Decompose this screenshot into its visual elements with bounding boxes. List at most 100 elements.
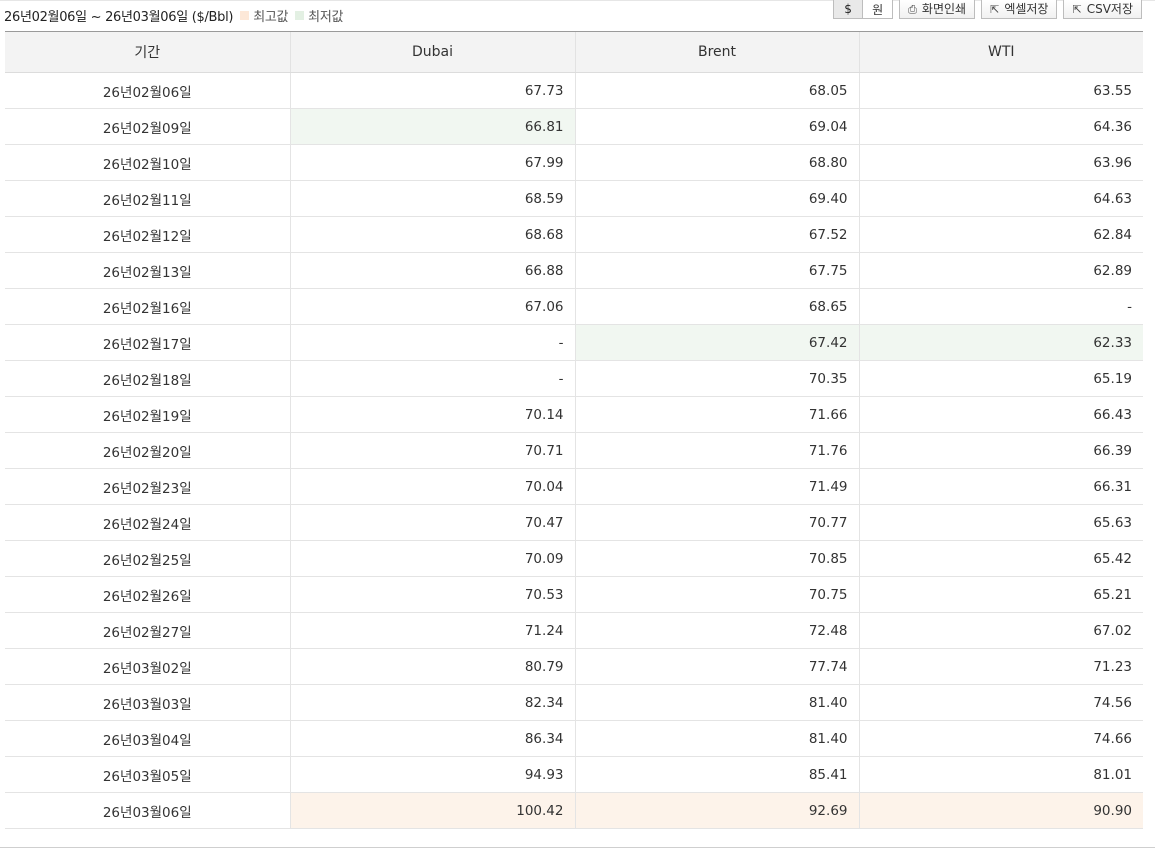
- cell-brent: 67.75: [574, 252, 859, 289]
- cell-dubai: 80.79: [289, 648, 575, 685]
- column-header-brent: Brent: [574, 31, 859, 73]
- print-button[interactable]: ⎙ 화면인쇄: [899, 0, 976, 19]
- price-table-page: 26년02월06일 ~ 26년03월06일 ($/Bbl) 최고값 최저값 $ …: [0, 0, 1155, 850]
- table-row: 26년03월02일 80.79 77.74 71.23: [5, 648, 1143, 685]
- price-table: 기간 Dubai Brent WTI 26년02월06일 67.73 68.05 63…: [5, 31, 1143, 829]
- cell-dubai: 70.71: [289, 432, 575, 469]
- cell-brent: 81.40: [574, 684, 859, 721]
- cell-wti: 65.19: [858, 360, 1143, 397]
- table-row: 26년03월06일 100.42 92.69 90.90: [5, 792, 1143, 829]
- cell-dubai: 82.34: [289, 684, 575, 721]
- cell-wti: 74.66: [858, 720, 1143, 757]
- table-row: 26년02월10일 67.99 68.80 63.96: [5, 144, 1143, 181]
- unit-toggle: $ 원: [833, 0, 894, 19]
- cell-dubai: -: [289, 360, 575, 397]
- cell-wti: 66.43: [858, 396, 1143, 433]
- column-header-wti: WTI: [858, 31, 1143, 73]
- cell-date: 26년02월27일: [5, 612, 290, 649]
- cell-dubai: 67.73: [289, 72, 575, 109]
- cell-date: 26년02월25일: [5, 540, 290, 577]
- csv-save-label: CSV저장: [1086, 2, 1133, 16]
- cell-dubai: 68.59: [289, 180, 575, 217]
- cell-date: 26년03월03일: [5, 684, 290, 721]
- cell-brent: 67.52: [574, 216, 859, 253]
- cell-date: 26년02월19일: [5, 396, 290, 433]
- table-row: 26년02월20일 70.71 71.76 66.39: [5, 432, 1143, 469]
- cell-date: 26년02월16일: [5, 288, 290, 325]
- unit-won-button[interactable]: 원: [863, 0, 894, 19]
- legend-max-label: 최고값: [253, 9, 289, 25]
- cell-brent: 70.77: [574, 504, 859, 541]
- cell-brent: 69.04: [574, 108, 859, 145]
- toolbar: $ 원 ⎙ 화면인쇄 ⇱ 엑셀저장 ⇱ CSV저장: [833, 0, 1142, 20]
- cell-brent: 81.40: [574, 720, 859, 757]
- cell-date: 26년02월26일: [5, 576, 290, 613]
- cell-dubai: 70.53: [289, 576, 575, 613]
- printer-icon: ⎙: [908, 2, 917, 16]
- cell-brent: 92.69: [574, 792, 859, 829]
- cell-dubai: 70.04: [289, 468, 575, 505]
- csv-save-button[interactable]: ⇱ CSV저장: [1063, 0, 1142, 19]
- cell-date: 26년03월06일: [5, 792, 290, 829]
- table-row: 26년02월18일 -70.35 65.19: [5, 360, 1143, 397]
- cell-brent: 72.48: [574, 612, 859, 649]
- unit-dollar-button[interactable]: $: [833, 0, 864, 19]
- cell-wti: 65.21: [858, 576, 1143, 613]
- cell-dubai: 86.34: [289, 720, 575, 757]
- cell-date: 26년02월09일: [5, 108, 290, 145]
- table-row: 26년02월26일 70.53 70.75 65.21: [5, 576, 1143, 613]
- column-header-dubai: Dubai: [289, 31, 575, 73]
- cell-brent: 68.65: [574, 288, 859, 325]
- column-header-period: 기간: [5, 31, 290, 73]
- cell-date: 26년02월23일: [5, 468, 290, 505]
- period-text: 26년02월06일 ~ 26년03월06일 ($/Bbl): [4, 9, 234, 25]
- cell-date: 26년02월17일: [5, 324, 290, 361]
- export-icon: ⇱: [1072, 2, 1082, 16]
- cell-brent: 71.66: [574, 396, 859, 433]
- cell-dubai: 70.14: [289, 396, 575, 433]
- cell-brent: 67.42: [574, 324, 859, 361]
- cell-dubai: 68.68: [289, 216, 575, 253]
- cell-brent: 71.49: [574, 468, 859, 505]
- legend-min-label: 최저값: [308, 9, 344, 25]
- cell-wti: 63.96: [858, 144, 1143, 181]
- cell-dubai: 71.24: [289, 612, 575, 649]
- cell-wti: 81.01: [858, 756, 1143, 793]
- cell-dubai: 94.93: [289, 756, 575, 793]
- cell-date: 26년02월20일: [5, 432, 290, 469]
- cell-dubai: 70.47: [289, 504, 575, 541]
- cell-brent: 77.74: [574, 648, 859, 685]
- cell-brent: 68.80: [574, 144, 859, 181]
- cell-dubai: 67.06: [289, 288, 575, 325]
- cell-brent: 70.85: [574, 540, 859, 577]
- cell-date: 26년02월24일: [5, 504, 290, 541]
- table-row: 26년02월11일 68.59 69.40 64.63: [5, 180, 1143, 217]
- cell-date: 26년03월02일: [5, 648, 290, 685]
- cell-wti: 90.90: [858, 792, 1143, 829]
- cell-brent: 70.35: [574, 360, 859, 397]
- cell-wti: 62.89: [858, 252, 1143, 289]
- table-row: 26년02월19일 70.14 71.66 66.43: [5, 396, 1143, 433]
- cell-date: 26년02월13일: [5, 252, 290, 289]
- table-row: 26년03월04일 86.34 81.40 74.66: [5, 720, 1143, 757]
- cell-dubai: -: [289, 324, 575, 361]
- cell-dubai: 67.99: [289, 144, 575, 181]
- cell-dubai: 66.81: [289, 108, 575, 145]
- table-row: 26년02월06일 67.73 68.05 63.55: [5, 72, 1143, 109]
- table-row: 26년03월05일 94.93 85.41 81.01: [5, 756, 1143, 793]
- cell-date: 26년02월11일: [5, 180, 290, 217]
- cell-wti: 62.33: [858, 324, 1143, 361]
- cell-wti: 74.56: [858, 684, 1143, 721]
- table-row: 26년02월27일 71.24 72.48 67.02: [5, 612, 1143, 649]
- cell-wti: 66.31: [858, 468, 1143, 505]
- table-row: 26년02월17일 -67.42 62.33: [5, 324, 1143, 361]
- cell-wti: -: [858, 288, 1143, 325]
- excel-save-button[interactable]: ⇱ 엑셀저장: [981, 0, 1058, 19]
- cell-date: 26년02월06일: [5, 72, 290, 109]
- table-row: 26년03월03일 82.34 81.40 74.56: [5, 684, 1143, 721]
- bottom-divider: [0, 847, 1155, 848]
- cell-date: 26년02월18일: [5, 360, 290, 397]
- legend-max: 최고값: [240, 6, 288, 25]
- cell-wti: 65.63: [858, 504, 1143, 541]
- table-body: 26년02월06일 67.73 68.05 63.55 26년02월09일 66.81 69…: [5, 72, 1143, 829]
